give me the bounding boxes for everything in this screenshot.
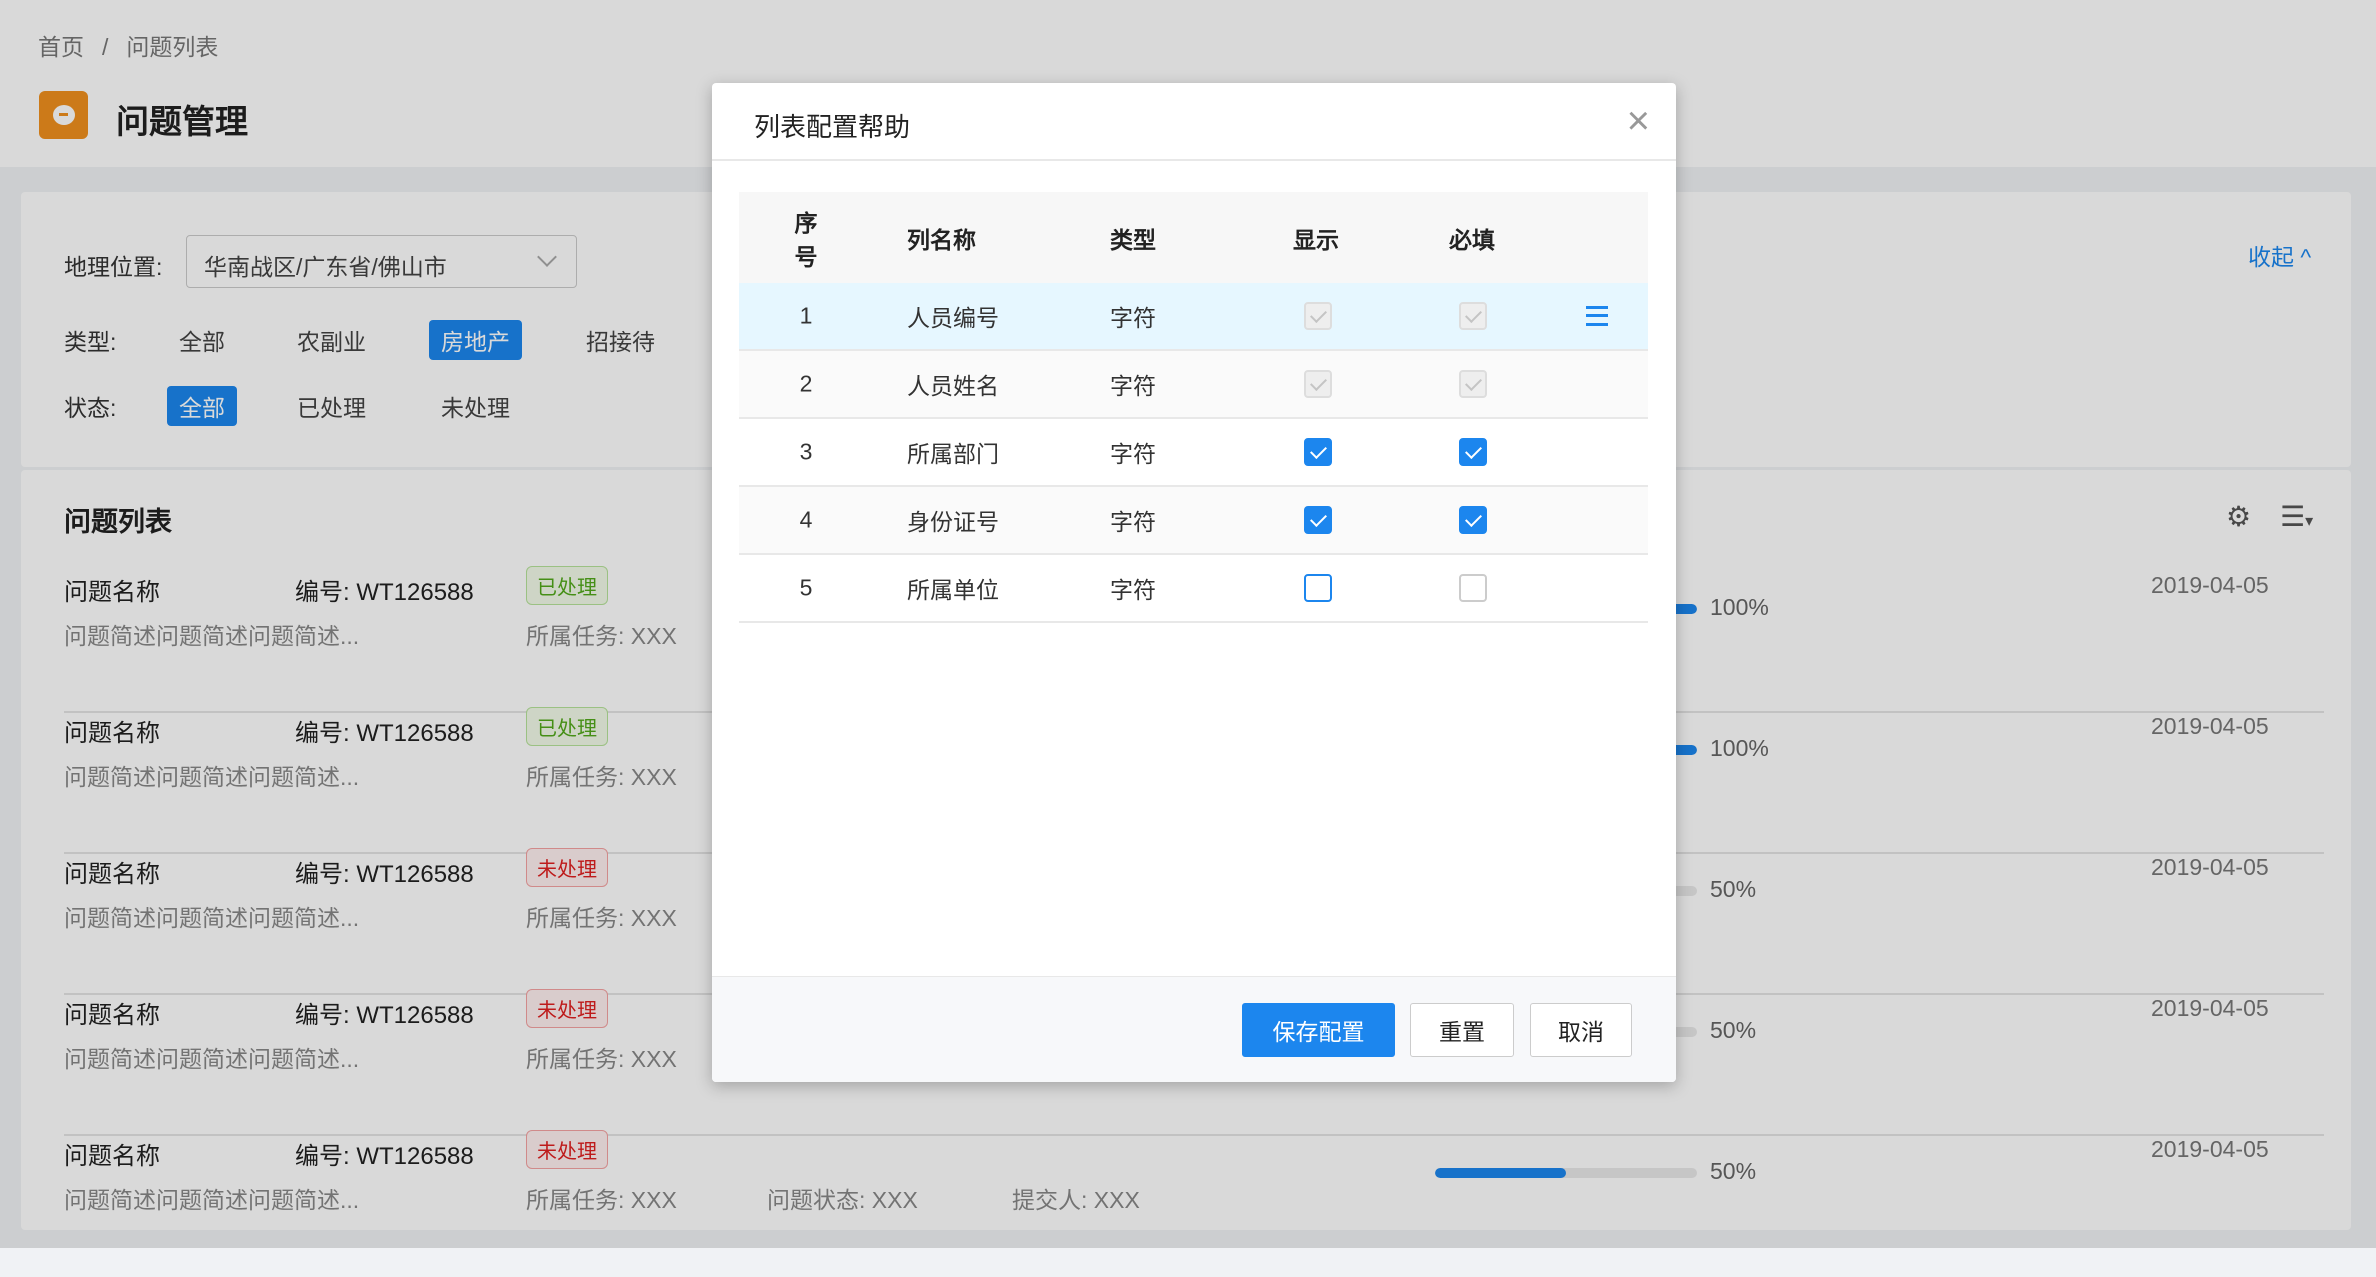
- row-name: 身份证号: [907, 509, 999, 535]
- col-type: 类型: [1110, 226, 1156, 253]
- col-required: 必填: [1449, 226, 1495, 253]
- cancel-button[interactable]: 取消: [1530, 1003, 1632, 1057]
- show-checkbox: [1304, 370, 1332, 398]
- modal-footer: 保存配置 重置 取消: [712, 976, 1676, 1082]
- required-checkbox[interactable]: [1459, 506, 1487, 534]
- table-header: 序号 列名称 类型 显示 必填: [739, 192, 1648, 283]
- row-type: 字符: [1110, 305, 1156, 331]
- required-checkbox: [1459, 370, 1487, 398]
- required-checkbox: [1459, 302, 1487, 330]
- config-row[interactable]: 3 所属部门 字符: [739, 419, 1648, 487]
- close-icon[interactable]: ×: [1627, 101, 1650, 141]
- row-name: 人员姓名: [907, 373, 999, 399]
- row-type: 字符: [1110, 577, 1156, 603]
- required-checkbox[interactable]: [1459, 438, 1487, 466]
- drag-handle-icon[interactable]: [1586, 306, 1608, 326]
- config-row[interactable]: 2 人员姓名 字符: [739, 351, 1648, 419]
- row-name: 所属单位: [907, 577, 999, 603]
- row-type: 字符: [1110, 373, 1156, 399]
- show-checkbox: [1304, 302, 1332, 330]
- show-checkbox[interactable]: [1304, 574, 1332, 602]
- row-type: 字符: [1110, 441, 1156, 467]
- save-config-button[interactable]: 保存配置: [1242, 1003, 1395, 1057]
- column-config-modal: 列表配置帮助 × 序号 列名称 类型 显示 必填 1 人员编号 字符 2 人员姓…: [712, 83, 1676, 1082]
- show-checkbox[interactable]: [1304, 438, 1332, 466]
- modal-title: 列表配置帮助: [754, 112, 911, 142]
- config-row[interactable]: 4 身份证号 字符: [739, 487, 1648, 555]
- show-checkbox[interactable]: [1304, 506, 1332, 534]
- config-row[interactable]: 1 人员编号 字符: [739, 283, 1648, 351]
- col-show: 显示: [1293, 226, 1339, 253]
- row-name: 所属部门: [907, 441, 999, 467]
- required-checkbox[interactable]: [1459, 574, 1487, 602]
- row-type: 字符: [1110, 509, 1156, 535]
- reset-button[interactable]: 重置: [1410, 1003, 1514, 1057]
- col-name: 列名称: [907, 226, 976, 253]
- config-row[interactable]: 5 所属单位 字符: [739, 555, 1648, 623]
- row-name: 人员编号: [907, 305, 999, 331]
- config-table: 序号 列名称 类型 显示 必填 1 人员编号 字符 2 人员姓名 字符 3 所属…: [739, 192, 1648, 623]
